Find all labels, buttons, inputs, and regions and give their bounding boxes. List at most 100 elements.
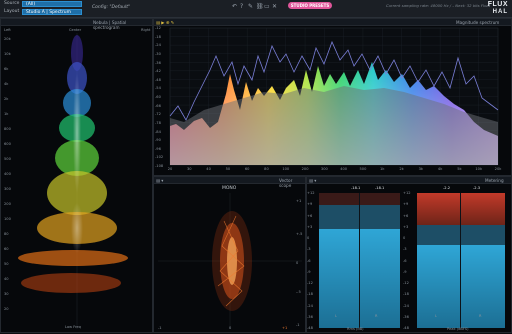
meter-scale-tick-10: -24 [403, 303, 409, 308]
help-icon[interactable]: ? [240, 3, 243, 10]
meter-scale-tick-7: -9 [403, 269, 407, 274]
meter-scale-tick-5: -3 [403, 247, 407, 252]
config-text[interactable]: Config: "Default" [92, 5, 130, 10]
flux-logo: FLUX [487, 1, 508, 8]
vector-tick-3: -.5 [296, 290, 301, 294]
magnitude-db-tick-14: -96 [155, 146, 161, 151]
vector-bottom-tick-2: +1 [282, 326, 288, 330]
nebula-freq-tick-0: 20k [4, 37, 11, 41]
vector-tick-0: +1 [296, 199, 302, 203]
magnitude-freq-tick-1: 30 [186, 167, 192, 171]
nebula-freq-tick-14: 60 [4, 247, 9, 251]
nebula-freq-tick-11: 200 [4, 202, 11, 206]
source-label: Source [4, 1, 20, 6]
metering-title: Metering [485, 178, 504, 183]
magnitude-header: ▤ ▶ ⊕ ✎ Magnitude spectrum [154, 19, 511, 26]
magnitude-freq-tick-7: 200 [301, 167, 309, 171]
meter-scale-left-tick-0: +12 [307, 191, 315, 195]
hal-logo: HAL [492, 9, 508, 15]
nebula-freq-tick-12: 100 [4, 217, 11, 221]
meter-scale-tick-1: +9 [403, 202, 409, 207]
nebula-freq-tick-5: 1k [4, 112, 9, 116]
magnitude-freq-tick-13: 3k [418, 167, 423, 171]
rms-channel-l: L [335, 314, 338, 318]
rms-value-left: -18.1 [351, 186, 361, 190]
rms-channel-r: R [375, 314, 378, 318]
rms-value-right: -18.1 [375, 186, 385, 190]
magnitude-freq-tick-6: 100 [282, 167, 290, 171]
metering-header: ▤ ▾ Metering [307, 177, 511, 184]
magnitude-freq-tick-11: 1k [380, 167, 385, 171]
nebula-freq-tick-7: 600 [4, 142, 11, 146]
magnitude-db-tick-4: -36 [155, 60, 161, 65]
nebula-freq-tick-9: 400 [4, 172, 11, 176]
meter-scale-left-tick-9: -18 [307, 292, 313, 297]
peak-channel-r: R [479, 314, 482, 318]
vector-tick-4: -1 [296, 323, 300, 327]
meter-scale-left-tick-10: -24 [307, 303, 313, 308]
nebula-freq-tick-16: 40 [4, 277, 9, 281]
magnitude-db-tick-5: -42 [155, 69, 161, 74]
meter-scale-left-tick-12: -48 [307, 326, 313, 330]
nebula-center-label: Center [69, 28, 82, 32]
nebula-freq-tick-1: 10k [4, 52, 11, 56]
magnitude-db-tick-7: -54 [155, 86, 161, 91]
link-icon[interactable]: ⛓ [256, 3, 264, 10]
meter-scale: +12 +9 +6 +3 0 -3 -6 -9 -12 -18 -24 -36 -48 [403, 191, 415, 330]
nebula-freq-axis: 20k 10k 6k 4k 2k 1k 800 600 500 400 300 200 100 80 60 5… [4, 37, 16, 311]
nebula-freq-tick-4: 2k [4, 97, 9, 101]
metering-toolbar-icons[interactable]: ▤ ▾ [309, 178, 316, 183]
nebula-right-label: Right [141, 28, 151, 32]
magnitude-freq-tick-5: 80 [264, 167, 269, 171]
vector-header: ▤ ▾ Vector scope [154, 177, 305, 188]
magnitude-freq-axis: 20 30 40 50 60 80 100 200 300 400 500 1k 2k 3k 4k 5k 10k… [168, 167, 502, 173]
nebula-panel: Nebula | Spatial spectrogram Left Center… [0, 18, 153, 333]
undo-icon[interactable]: ↶ [232, 3, 237, 10]
magnitude-freq-tick-12: 2k [399, 167, 404, 171]
vector-scope-display [158, 193, 302, 329]
meter-scale-left-tick-1: +9 [307, 202, 313, 207]
settings-icon[interactable]: ✎ [248, 3, 253, 10]
nebula-freq-tick-8: 500 [4, 157, 11, 161]
magnitude-db-tick-10: -72 [155, 112, 161, 117]
nebula-bottom-label: Low Freq [65, 325, 81, 329]
layout-label: Layout [4, 9, 20, 14]
nebula-freq-tick-2: 6k [4, 67, 9, 71]
close-icon[interactable]: ✕ [272, 3, 277, 10]
meter-scale-left-tick-7: -9 [307, 269, 311, 274]
peak-meter [417, 193, 505, 328]
meter-scale-tick-0: +12 [403, 191, 411, 195]
meter-scale-left-tick-5: -3 [307, 247, 311, 252]
rms-meter [319, 193, 400, 328]
nebula-freq-tick-17: 30 [4, 292, 9, 296]
magnitude-toolbar-icons[interactable]: ▤ ▶ ⊕ ✎ [156, 20, 174, 25]
meter-scale-tick-8: -12 [403, 281, 409, 285]
layout-select[interactable]: Studio A | Spectrum [22, 9, 82, 15]
nebula-spectrogram [18, 33, 128, 329]
meter-scale-left-tick-4: 0 [307, 236, 310, 240]
magnitude-freq-tick-8: 300 [320, 167, 328, 171]
meter-scale-left: +12 +9 +6 +3 0 -3 -6 -9 -12 -18 -24 -36 -48 [307, 191, 318, 330]
magnitude-db-tick-8: -60 [155, 95, 161, 99]
vector-bottom-tick-0: -1 [158, 326, 162, 330]
nebula-freq-tick-6: 800 [4, 127, 11, 131]
vector-bottom-tick-1: 0 [229, 326, 232, 330]
magnitude-db-tick-15: -102 [155, 155, 164, 160]
magnitude-freq-tick-2: 40 [206, 167, 211, 171]
magnitude-db-axis: -12 -18 -24 -30 -36 -42 -48 -54 -60 -66 -72 -78 -84 -… [155, 26, 169, 168]
peak-value-right: -2.3 [473, 186, 481, 190]
window-icon[interactable]: ▭ [264, 3, 270, 10]
vector-toolbar-icons[interactable]: ▤ ▾ [156, 178, 163, 183]
magnitude-db-tick-16: -108 [155, 164, 164, 168]
peak-value-left: -2.2 [443, 186, 451, 190]
magnitude-db-tick-3: -30 [155, 51, 161, 56]
magnitude-freq-tick-9: 400 [340, 167, 348, 171]
magnitude-freq-tick-14: 4k [437, 167, 443, 171]
magnitude-freq-tick-3: 50 [225, 167, 231, 171]
magnitude-plot [169, 27, 499, 166]
meter-scale-tick-12: -48 [403, 326, 409, 330]
meter-scale-tick-2: +6 [403, 213, 409, 218]
source-select[interactable]: (All) [22, 1, 82, 7]
studio-presets-badge[interactable]: STUDIO PRESETS [288, 2, 332, 9]
peak-label: Peak (dBFS) [447, 327, 469, 331]
